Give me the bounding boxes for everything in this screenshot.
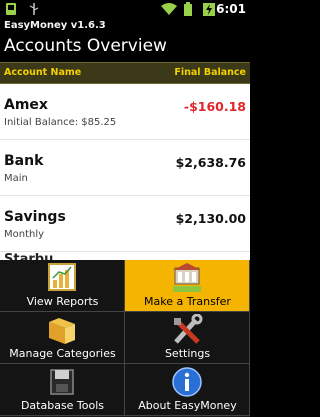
menu-label: Database Tools	[20, 399, 105, 412]
info-icon	[172, 367, 202, 397]
app-version: EasyMoney v1.6.3	[4, 20, 106, 31]
transfer-icon	[173, 263, 201, 292]
menu-label: Settings	[164, 347, 211, 360]
menu-manage-categories[interactable]: Manage Categories	[0, 312, 125, 364]
menu-label: About EasyMoney	[138, 399, 237, 412]
column-account-name: Account Name	[4, 67, 82, 78]
battery-icon	[184, 2, 192, 16]
account-subtitle: Main	[4, 173, 28, 184]
account-name: Savings	[4, 209, 66, 225]
menu-label: View Reports	[26, 295, 99, 308]
column-header: Account Name Final Balance	[0, 62, 250, 84]
account-subtitle: Monthly	[4, 229, 45, 240]
database-icon	[50, 369, 74, 395]
usb-icon	[29, 3, 39, 15]
status-bar: 6:01	[0, 0, 250, 18]
sd-card-icon	[6, 3, 16, 15]
menu-label: Manage Categories	[9, 347, 116, 360]
account-row-bank[interactable]: Bank Main $2,638.76	[0, 140, 250, 196]
column-final-balance: Final Balance	[174, 67, 246, 78]
account-subtitle: Initial Balance: $85.25	[4, 117, 117, 128]
charging-icon	[203, 3, 215, 16]
menu-database-tools[interactable]: Database Tools	[0, 364, 125, 416]
account-row-amex[interactable]: Amex Initial Balance: $85.25 -$160.18	[0, 84, 250, 140]
app-header: EasyMoney v1.6.3 Accounts Overview	[0, 18, 250, 62]
account-balance: -$160.18	[183, 99, 246, 114]
menu-settings[interactable]: Settings	[125, 312, 250, 364]
options-menu: View Reports Make a Transfer Manage Cate…	[0, 260, 250, 417]
account-row-savings[interactable]: Savings Monthly $2,130.00	[0, 196, 250, 252]
page-title: Accounts Overview	[4, 36, 167, 56]
menu-label: Make a Transfer	[144, 295, 231, 308]
menu-about[interactable]: About EasyMoney	[125, 364, 250, 416]
account-balance: $2,638.76	[175, 155, 246, 170]
account-name: Bank	[4, 153, 44, 169]
account-name: Amex	[4, 97, 48, 113]
tools-icon	[174, 314, 203, 344]
menu-make-transfer[interactable]: Make a Transfer	[125, 260, 250, 312]
chart-icon	[48, 263, 76, 291]
folders-icon	[49, 318, 75, 344]
wifi-icon	[161, 3, 177, 15]
clock: 6:01	[216, 2, 246, 16]
account-balance: $2,130.00	[175, 211, 246, 226]
menu-view-reports[interactable]: View Reports	[0, 260, 125, 312]
